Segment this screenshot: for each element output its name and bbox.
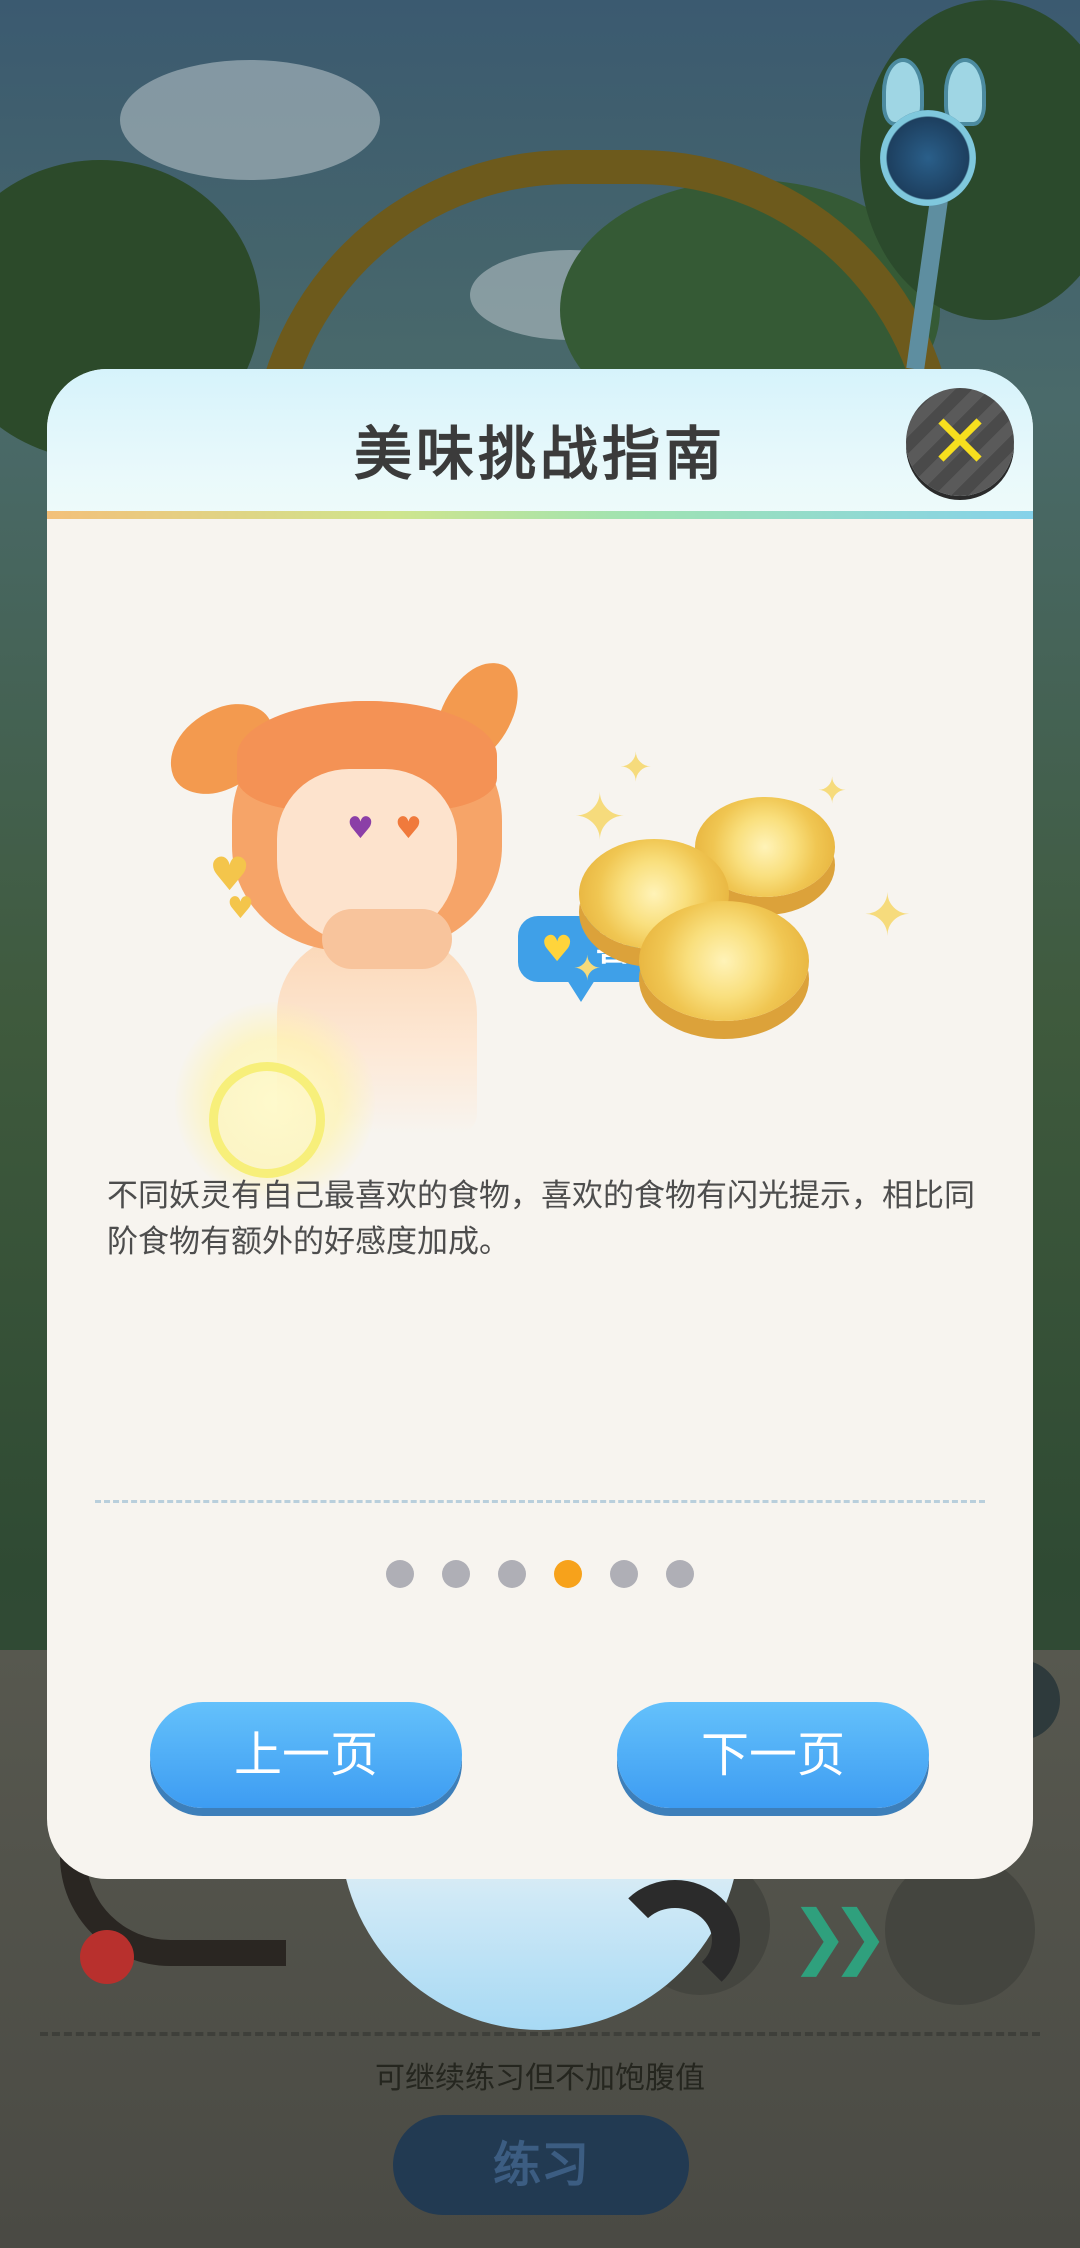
header-divider bbox=[47, 511, 1033, 519]
page-dot[interactable] bbox=[386, 1560, 414, 1588]
prev-page-button[interactable]: 上一页 bbox=[150, 1702, 462, 1808]
tap-ring bbox=[209, 1062, 325, 1178]
page-dot-active[interactable] bbox=[554, 1560, 582, 1588]
page-dot[interactable] bbox=[610, 1560, 638, 1588]
sparkle-icon: ✦ bbox=[619, 745, 653, 791]
heart-eye-icon: ♥ bbox=[347, 811, 374, 846]
guide-dialog: 美味挑战指南 ✕ ♥ ♥ ♥ ♥ 喜欢~ ♥ ✦ ✦ ✦ ✦ ✦ 不同妖灵有自己… bbox=[47, 369, 1033, 1879]
dashed-divider bbox=[95, 1500, 985, 1503]
fox-hands bbox=[322, 909, 452, 969]
close-icon: ✕ bbox=[928, 399, 991, 485]
guide-description: 不同妖灵有自己最喜欢的食物，喜欢的食物有闪光提示，相比同阶食物有额外的好感度加成… bbox=[107, 1178, 975, 1260]
next-page-button[interactable]: 下一页 bbox=[617, 1702, 929, 1808]
sparkle-icon: ✦ bbox=[863, 881, 912, 949]
page-dot[interactable] bbox=[442, 1560, 470, 1588]
heart-eye-icon: ♥ bbox=[395, 811, 422, 846]
close-button[interactable]: ✕ bbox=[906, 388, 1014, 496]
heart-icon: ♥ bbox=[227, 891, 254, 926]
sparkle-icon: ✦ bbox=[817, 771, 848, 812]
divider bbox=[40, 2032, 1040, 2036]
heart-icon: ♥ bbox=[541, 929, 574, 970]
dialog-title: 美味挑战指南 bbox=[353, 420, 726, 488]
practice-button[interactable]: 练习 bbox=[393, 2115, 689, 2215]
cloud bbox=[120, 60, 380, 180]
red-ball bbox=[80, 1930, 134, 1984]
swirl-curl bbox=[610, 1880, 740, 2000]
compass-staff-icon[interactable] bbox=[880, 110, 976, 206]
arrow-right-icon: ❯❯ bbox=[790, 1895, 889, 1977]
practice-hint: 可继续练习但不加饱腹值 bbox=[375, 2061, 705, 2096]
sparkle-icon: ✦ bbox=[573, 781, 627, 855]
page-dot[interactable] bbox=[498, 1560, 526, 1588]
pagination-dots bbox=[47, 1560, 1033, 1588]
page-dot[interactable] bbox=[666, 1560, 694, 1588]
cookie bbox=[639, 901, 809, 1021]
sparkle-icon: ✦ bbox=[573, 949, 602, 989]
